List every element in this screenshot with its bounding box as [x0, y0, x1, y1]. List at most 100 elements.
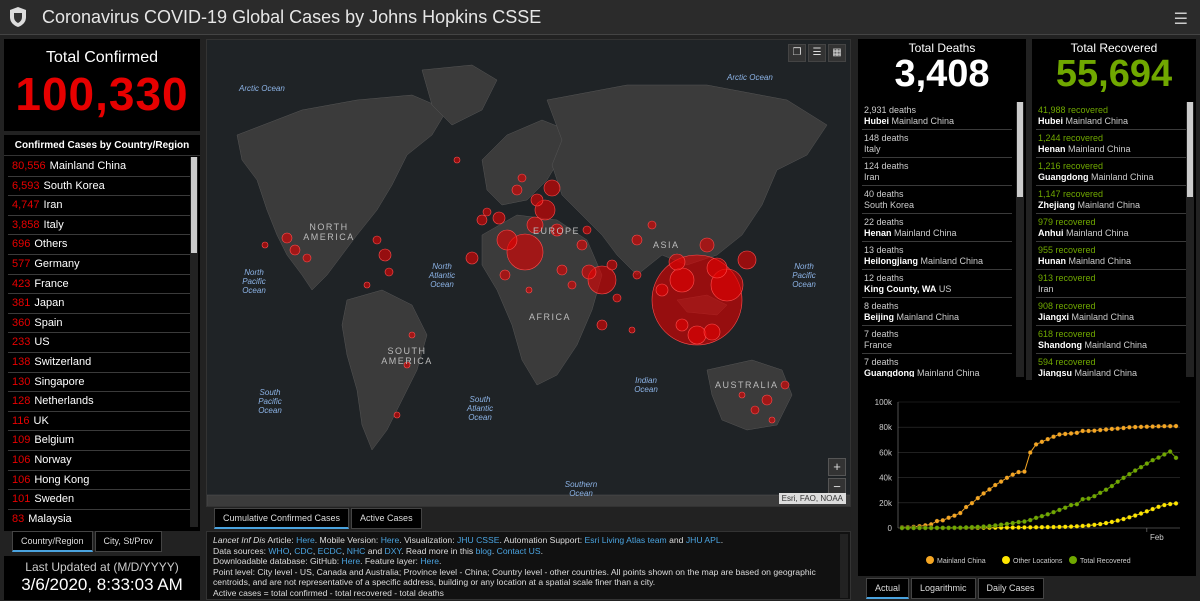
list-icon[interactable]: ☰ — [808, 44, 826, 62]
case-bubble[interactable] — [363, 281, 371, 289]
case-bubble[interactable] — [567, 280, 577, 290]
map-canvas[interactable] — [207, 40, 851, 507]
bookmark-icon[interactable]: ❐ — [788, 44, 806, 62]
deaths-row[interactable]: 7 deaths France — [862, 326, 1012, 354]
recovered-row[interactable]: 979 recovered Anhui Mainland China — [1036, 214, 1186, 242]
deaths-row[interactable]: 13 deaths Heilongjiang Mainland China — [862, 242, 1012, 270]
country-row[interactable]: 423 France — [8, 275, 192, 295]
case-bubble[interactable] — [668, 253, 686, 271]
case-bubble[interactable] — [576, 239, 588, 251]
recovered-row[interactable]: 1,244 recovered Henan Mainland China — [1036, 130, 1186, 158]
info-scrollbar[interactable] — [840, 534, 848, 598]
jhu-apl-link[interactable]: JHU APL — [686, 535, 721, 545]
cdc-link[interactable]: CDC — [294, 546, 313, 556]
case-bubble[interactable] — [496, 229, 518, 251]
country-row[interactable]: 116 UK — [8, 412, 192, 432]
case-bubble[interactable] — [582, 225, 592, 235]
case-bubble[interactable] — [761, 394, 773, 406]
ecdc-link[interactable]: ECDC — [318, 546, 342, 556]
case-bubble[interactable] — [556, 264, 568, 276]
case-bubble[interactable] — [699, 237, 715, 253]
recovered-row[interactable]: 594 recovered Jiangsu Mainland China — [1036, 354, 1186, 377]
country-row[interactable]: 6,593 South Korea — [8, 177, 192, 197]
case-bubble[interactable] — [687, 325, 707, 345]
github-link[interactable]: Here — [342, 556, 361, 566]
recovered-row[interactable]: 1,147 recovered Zhejiang Mainland China — [1036, 186, 1186, 214]
country-row[interactable]: 83 Malaysia — [8, 510, 192, 527]
country-row[interactable]: 577 Germany — [8, 255, 192, 275]
tab-actual[interactable]: Actual — [866, 578, 910, 599]
case-bubble[interactable] — [669, 267, 695, 293]
country-row[interactable]: 106 Hong Kong — [8, 471, 192, 491]
country-row[interactable]: 130 Singapore — [8, 373, 192, 393]
article-link[interactable]: Here — [296, 535, 315, 545]
case-bubble[interactable] — [302, 253, 312, 263]
case-bubble[interactable] — [289, 244, 301, 256]
dxy-link[interactable]: DXY — [385, 546, 402, 556]
country-row[interactable]: 381 Japan — [8, 294, 192, 314]
contact-link[interactable]: Contact US — [497, 546, 541, 556]
case-bubble[interactable] — [738, 391, 746, 399]
country-row[interactable]: 128 Netherlands — [8, 392, 192, 412]
country-row[interactable]: 233 US — [8, 333, 192, 353]
case-bubble[interactable] — [482, 207, 492, 217]
case-bubble[interactable] — [581, 264, 597, 280]
tab-logarithmic[interactable]: Logarithmic — [911, 578, 976, 599]
tab-cumulative-confirmed[interactable]: Cumulative Confirmed Cases — [214, 508, 350, 529]
scrollbar-thumb[interactable] — [1017, 102, 1023, 197]
deaths-row[interactable]: 40 deaths South Korea — [862, 186, 1012, 214]
deaths-row[interactable]: 22 deaths Henan Mainland China — [862, 214, 1012, 242]
case-bubble[interactable] — [780, 380, 790, 390]
case-bubble[interactable] — [647, 220, 657, 230]
case-bubble[interactable] — [675, 318, 689, 332]
country-list-scrollbar[interactable] — [190, 157, 198, 527]
jhu-csse-link[interactable]: JHU CSSE — [457, 535, 500, 545]
case-bubble[interactable] — [372, 235, 382, 245]
scrollbar-thumb[interactable] — [1187, 102, 1193, 197]
country-row[interactable]: 3,858 Italy — [8, 216, 192, 236]
case-bubble[interactable] — [408, 331, 416, 339]
esri-link[interactable]: Esri Living Atlas team — [585, 535, 667, 545]
recovered-row[interactable]: 908 recovered Jiangxi Mainland China — [1036, 298, 1186, 326]
feature-layer-link[interactable]: Here — [420, 556, 439, 566]
case-bubble[interactable] — [525, 286, 533, 294]
world-map[interactable]: ❐ ☰ ▦ Arctic Ocean Arctic Ocean North Pa… — [206, 39, 851, 507]
country-row[interactable]: 696 Others — [8, 235, 192, 255]
tab-active-cases[interactable]: Active Cases — [351, 508, 422, 529]
country-row[interactable]: 106 Norway — [8, 451, 192, 471]
case-bubble[interactable] — [378, 248, 392, 262]
hamburger-icon[interactable]: ☰ — [1174, 9, 1188, 29]
case-bubble[interactable] — [543, 179, 561, 197]
case-bubble[interactable] — [476, 214, 488, 226]
case-bubble[interactable] — [384, 267, 394, 277]
case-bubble[interactable] — [703, 323, 721, 341]
case-bubble[interactable] — [530, 193, 544, 207]
nhc-link[interactable]: NHC — [347, 546, 366, 556]
recovered-row[interactable]: 955 recovered Hunan Mainland China — [1036, 242, 1186, 270]
country-row[interactable]: 138 Switzerland — [8, 353, 192, 373]
case-bubble[interactable] — [393, 411, 401, 419]
recovered-row[interactable]: 41,988 recovered Hubei Mainland China — [1036, 102, 1186, 130]
case-bubble[interactable] — [768, 416, 776, 424]
case-bubble[interactable] — [281, 232, 293, 244]
case-bubble[interactable] — [596, 319, 608, 331]
case-bubble[interactable] — [492, 211, 506, 225]
deaths-row[interactable]: 148 deaths Italy — [862, 130, 1012, 158]
scrollbar-thumb[interactable] — [191, 157, 197, 253]
country-row[interactable]: 360 Spain — [8, 314, 192, 334]
who-link[interactable]: WHO — [268, 546, 289, 556]
case-bubble[interactable] — [499, 269, 511, 281]
tab-country-region[interactable]: Country/Region — [12, 531, 93, 552]
case-bubble[interactable] — [750, 405, 760, 415]
recovered-list[interactable]: 41,988 recovered Hubei Mainland China 1,24… — [1036, 102, 1186, 377]
qr-code-icon[interactable]: ▦ — [828, 44, 846, 62]
case-bubble[interactable] — [511, 184, 523, 196]
deaths-row[interactable]: 12 deaths King County, WA US — [862, 270, 1012, 298]
case-bubble[interactable] — [632, 270, 642, 280]
case-bubble[interactable] — [453, 156, 461, 164]
recovered-row[interactable]: 618 recovered Shandong Mainland China — [1036, 326, 1186, 354]
deaths-row[interactable]: 2,931 deaths Hubei Mainland China — [862, 102, 1012, 130]
case-bubble[interactable] — [261, 241, 269, 249]
case-bubble[interactable] — [631, 234, 643, 246]
country-list[interactable]: 80,556 Mainland China 6,593 South Korea 4,74… — [8, 157, 192, 527]
